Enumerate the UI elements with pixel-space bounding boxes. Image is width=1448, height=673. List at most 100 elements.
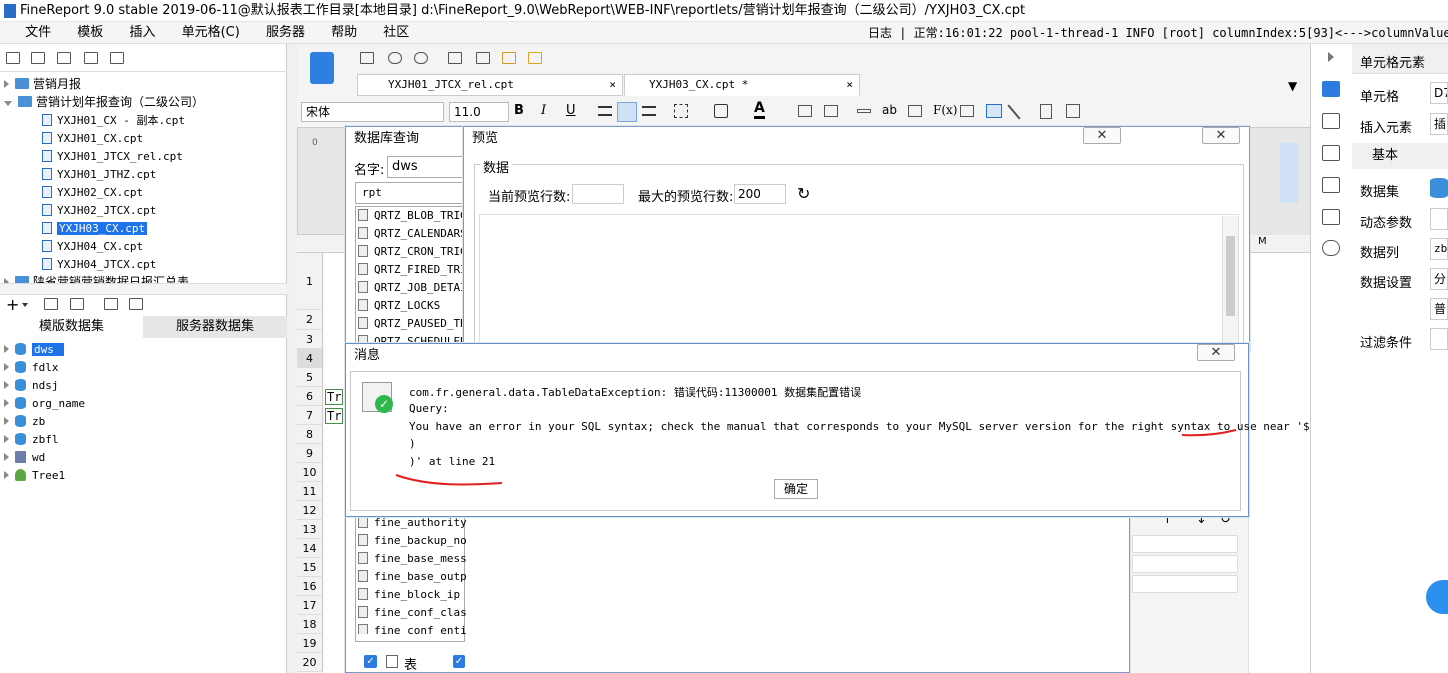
row-header[interactable]: 4 xyxy=(297,349,323,368)
row-header[interactable]: 17 xyxy=(297,596,323,615)
table-item[interactable]: QRTZ_LOCKS xyxy=(358,297,440,315)
close-icon[interactable]: ✕ xyxy=(1083,127,1121,144)
rich-text-icon[interactable] xyxy=(908,105,922,117)
expand-arrow-icon[interactable] xyxy=(4,80,9,88)
bold-icon[interactable]: B xyxy=(514,103,524,118)
formula-icon[interactable]: F(x) xyxy=(933,103,957,117)
barcode-icon[interactable] xyxy=(960,105,974,117)
scrollbar-thumb[interactable] xyxy=(1226,236,1235,316)
menu-cell[interactable]: 单元格(C) xyxy=(171,22,251,44)
menu-template[interactable]: 模板 xyxy=(66,22,114,44)
underline-icon[interactable]: U xyxy=(566,103,576,118)
cell-border-icon[interactable] xyxy=(1066,104,1080,118)
tree-file[interactable]: YXJH02_CX.cpt xyxy=(42,183,143,201)
tab-file-2-active[interactable]: YXJH03_CX.cpt * × xyxy=(624,74,860,96)
param-field[interactable] xyxy=(1132,535,1238,553)
table-item[interactable]: fine_conf_clas xyxy=(358,604,467,622)
align-left-icon[interactable] xyxy=(598,106,612,116)
text-icon[interactable]: ab xyxy=(882,103,897,117)
widget-icon[interactable] xyxy=(1322,113,1340,129)
align-right-icon[interactable] xyxy=(642,106,656,116)
row-header[interactable]: 8 xyxy=(297,425,323,444)
table-item[interactable]: fine_base_mess xyxy=(358,550,467,568)
preview-scrollbar[interactable] xyxy=(1222,216,1238,346)
basic-section[interactable]: 基本 xyxy=(1352,143,1448,169)
dropdown-arrow-icon[interactable] xyxy=(22,303,28,307)
filter-condition-field[interactable] xyxy=(1430,328,1448,350)
message-close-button[interactable]: ✕ xyxy=(1197,344,1235,361)
undo-icon[interactable] xyxy=(388,52,402,64)
row-header[interactable]: 5 xyxy=(297,368,323,387)
table-checkbox[interactable]: ✓ xyxy=(364,655,377,668)
tab-server-datasets[interactable]: 服务器数据集 xyxy=(143,316,287,338)
row-header[interactable]: 11 xyxy=(297,482,323,501)
open-folder-icon[interactable] xyxy=(6,52,20,64)
font-family-select[interactable]: 宋体 xyxy=(301,102,444,122)
cell-tree-2[interactable]: Tr xyxy=(325,408,344,424)
image-icon[interactable] xyxy=(986,104,1002,118)
cut-icon[interactable] xyxy=(448,52,462,64)
sheet-cells-left[interactable] xyxy=(324,253,346,673)
dynamic-param-field[interactable] xyxy=(1430,208,1448,230)
tree-file[interactable]: YXJH04_JTCX.cpt xyxy=(42,255,156,273)
format-painter-icon[interactable] xyxy=(528,52,542,64)
row-header[interactable]: 1 xyxy=(297,253,323,310)
list-icon[interactable] xyxy=(57,52,71,64)
table-item[interactable]: QRTZ_CALENDARS xyxy=(358,225,467,243)
tree-folder-daily[interactable]: 陕省营销营销数据日报汇总表 xyxy=(4,273,189,283)
preview-icon[interactable] xyxy=(104,298,118,310)
cell-attr-icon[interactable] xyxy=(1322,81,1340,97)
row-header[interactable]: 2 xyxy=(297,310,323,330)
refresh-icon[interactable]: ↻ xyxy=(797,184,810,203)
tree-file[interactable]: YXJH01_CX - 副本.cpt xyxy=(42,111,185,129)
insert-element-button[interactable]: 插 xyxy=(1430,113,1448,135)
unmerge-icon[interactable] xyxy=(824,105,838,117)
table-item[interactable]: fine_base_outp xyxy=(358,568,467,586)
dataset-item[interactable]: org_name xyxy=(4,394,85,412)
collapse-arrow-icon[interactable] xyxy=(4,101,12,106)
ok-button[interactable]: 确定 xyxy=(774,479,818,499)
expand-arrow-icon[interactable] xyxy=(4,381,9,389)
cell-input[interactable]: D7 xyxy=(1430,82,1448,104)
dataset-item[interactable]: zbfl xyxy=(4,430,59,448)
table-item[interactable]: QRTZ_PAUSED_TR xyxy=(358,315,467,333)
menu-file[interactable]: 文件 xyxy=(14,22,62,44)
splitter[interactable] xyxy=(0,283,287,295)
menu-insert[interactable]: 插入 xyxy=(118,22,166,44)
condition-icon[interactable] xyxy=(1322,145,1340,161)
align-center-icon[interactable] xyxy=(617,102,637,122)
collapse-arrow-icon[interactable] xyxy=(1328,52,1334,62)
current-rows-input[interactable] xyxy=(572,184,624,204)
save-icon[interactable] xyxy=(360,52,374,64)
table-item[interactable]: QRTZ_CRON_TRIG xyxy=(358,243,467,261)
normal-setting-select[interactable]: 普 xyxy=(1430,298,1448,320)
row-header[interactable]: 10 xyxy=(297,463,323,482)
settings-icon[interactable] xyxy=(84,52,98,64)
sheet-cells-right[interactable] xyxy=(1248,253,1310,673)
menu-server[interactable]: 服务器 xyxy=(255,22,316,44)
tab-list-icon[interactable]: ▼ xyxy=(1288,79,1297,93)
menu-community[interactable]: 社区 xyxy=(372,22,420,44)
row-header[interactable]: 18 xyxy=(297,615,323,634)
dataset-item[interactable]: fdlx xyxy=(4,358,59,376)
max-rows-input[interactable]: 200 xyxy=(734,184,786,204)
tree-folder-annual[interactable]: 营销计划年报查询（二级公司） xyxy=(4,93,204,111)
table-item[interactable]: QRTZ_BLOB_TRIG xyxy=(358,207,467,225)
expand-arrow-icon[interactable] xyxy=(4,399,9,407)
delete-icon[interactable] xyxy=(70,298,84,310)
hyperlink-icon[interactable] xyxy=(1322,177,1340,193)
format-icon[interactable] xyxy=(1322,209,1340,225)
row-header[interactable]: 13 xyxy=(297,520,323,539)
expand-arrow-icon[interactable] xyxy=(4,363,9,371)
delete-icon[interactable] xyxy=(110,52,124,64)
border-icon[interactable] xyxy=(674,104,688,118)
fill-color-icon[interactable] xyxy=(714,104,728,118)
dataset-item[interactable]: ndsj xyxy=(4,376,59,394)
dataset-item[interactable]: zb xyxy=(4,412,45,430)
italic-icon[interactable]: I xyxy=(541,103,546,118)
dataset-item[interactable]: wd xyxy=(4,448,45,466)
tree-file[interactable]: YXJH01_JTHZ.cpt xyxy=(42,165,156,183)
font-size-select[interactable]: 11.0 xyxy=(449,102,509,122)
row-header[interactable]: 19 xyxy=(297,634,323,653)
dataset-db-icon[interactable] xyxy=(1430,178,1448,198)
